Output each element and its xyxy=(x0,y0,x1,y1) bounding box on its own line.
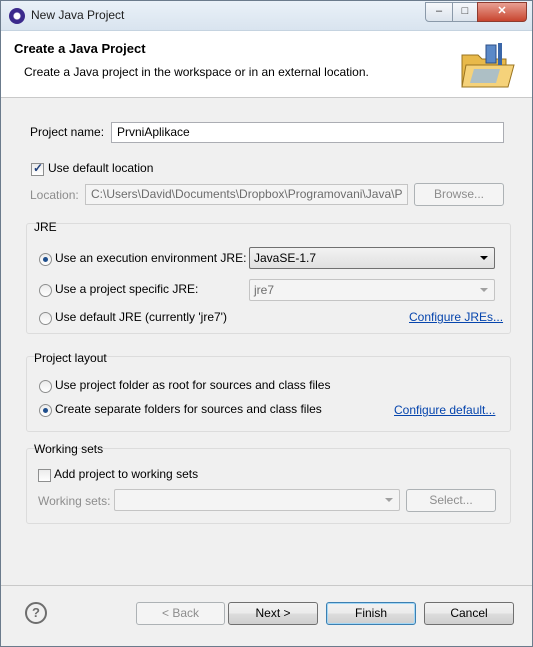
next-button[interactable]: Next > xyxy=(228,602,318,625)
add-to-working-sets-label: Add project to working sets xyxy=(54,467,199,481)
eclipse-icon xyxy=(9,8,25,24)
radio-separate-folders[interactable] xyxy=(39,404,52,417)
project-specific-jre-select[interactable]: jre7 xyxy=(249,279,495,301)
project-specific-jre-label: Use a project specific JRE: xyxy=(55,282,199,296)
working-sets-group xyxy=(26,448,511,524)
project-name-label: Project name: xyxy=(30,125,105,139)
dialog-window: New Java Project – □ ✕ Create a Java Pro… xyxy=(0,0,533,647)
execution-environment-label: Use an execution environment JRE: xyxy=(55,251,247,265)
radio-default-jre[interactable] xyxy=(39,312,52,325)
project-name-input[interactable]: PrvniAplikace xyxy=(111,122,504,143)
browse-button[interactable]: Browse... xyxy=(414,183,504,206)
minimize-button[interactable]: – xyxy=(425,2,453,22)
jre-group-title: JRE xyxy=(34,220,57,234)
wizard-header: Create a Java Project Create a Java proj… xyxy=(1,31,532,98)
add-to-working-sets-checkbox[interactable] xyxy=(38,469,51,482)
configure-default-link[interactable]: Configure default... xyxy=(394,403,495,417)
use-default-location-checkbox[interactable]: ✓ xyxy=(31,161,44,176)
project-layout-group-title: Project layout xyxy=(34,351,107,365)
footer-separator xyxy=(1,585,532,586)
finish-button[interactable]: Finish xyxy=(326,602,416,625)
radio-project-folder-root[interactable] xyxy=(39,380,52,393)
location-input[interactable]: C:\Users\David\Documents\Dropbox\Program… xyxy=(85,184,408,205)
back-button[interactable]: < Back xyxy=(136,602,225,625)
execution-environment-value: JavaSE-1.7 xyxy=(254,251,317,265)
header-title: Create a Java Project xyxy=(14,41,146,56)
checkmark-icon: ✓ xyxy=(33,161,44,175)
new-java-project-wizard-icon xyxy=(461,43,515,88)
chevron-down-icon xyxy=(480,256,488,260)
chevron-down-icon xyxy=(480,288,488,292)
radio-execution-environment[interactable] xyxy=(39,253,52,266)
default-jre-label: Use default JRE (currently 'jre7') xyxy=(55,310,227,324)
radio-selected-dot xyxy=(43,408,48,413)
maximize-button[interactable]: □ xyxy=(452,2,478,22)
window-title: New Java Project xyxy=(31,8,125,22)
title-bar[interactable]: New Java Project – □ ✕ xyxy=(1,1,532,31)
working-sets-select[interactable] xyxy=(114,489,400,511)
project-folder-root-label: Use project folder as root for sources a… xyxy=(55,378,331,392)
cancel-button[interactable]: Cancel xyxy=(424,602,514,625)
help-icon[interactable]: ? xyxy=(25,602,47,624)
working-sets-group-title: Working sets xyxy=(34,442,104,456)
separate-folders-label: Create separate folders for sources and … xyxy=(55,402,322,416)
execution-environment-select[interactable]: JavaSE-1.7 xyxy=(249,247,495,269)
chevron-down-icon xyxy=(385,498,393,502)
project-specific-jre-value: jre7 xyxy=(254,283,275,297)
radio-project-specific-jre[interactable] xyxy=(39,284,52,297)
location-label: Location: xyxy=(30,188,79,202)
header-subtitle: Create a Java project in the workspace o… xyxy=(24,65,369,79)
use-default-location-label: Use default location xyxy=(48,161,154,175)
wizard-content: Project name: PrvniAplikace ✓ Use defaul… xyxy=(1,98,532,583)
configure-jres-link[interactable]: Configure JREs... xyxy=(409,310,503,324)
select-working-sets-button[interactable]: Select... xyxy=(406,489,496,512)
project-layout-group xyxy=(26,356,511,432)
close-button[interactable]: ✕ xyxy=(477,2,527,22)
radio-selected-dot xyxy=(43,257,48,262)
working-sets-label: Working sets: xyxy=(38,494,111,508)
